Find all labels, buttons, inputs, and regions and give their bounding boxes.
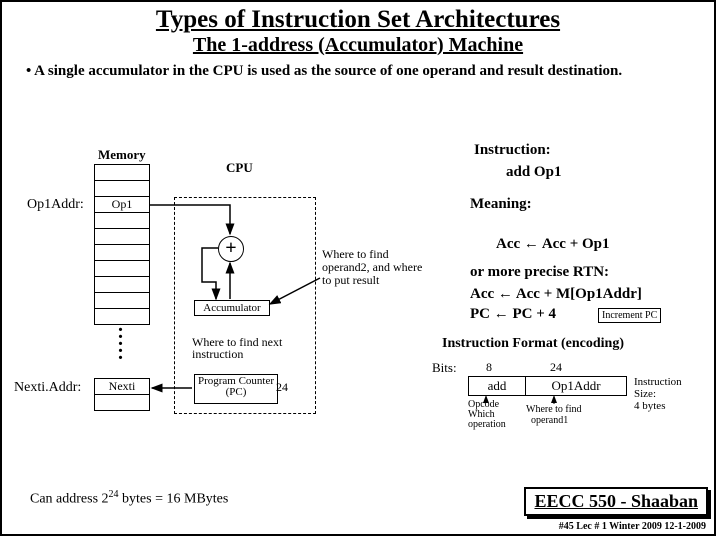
mem-cell xyxy=(94,244,150,261)
acc-equation: Acc ← Acc + Op1 xyxy=(496,236,610,253)
format-header: Instruction Format (encoding) xyxy=(442,336,624,352)
opcode-note: Opcode Which operation xyxy=(468,400,506,430)
nextiaddr-label: Nexti.Addr: xyxy=(14,380,81,396)
memory-label: Memory xyxy=(98,147,146,163)
bullet-text: • A single accumulator in the CPU is use… xyxy=(26,63,690,80)
mem-cell xyxy=(94,228,150,245)
slide-meta: #45 Lec # 1 Winter 2009 12-1-2009 xyxy=(559,521,706,532)
mem-cell xyxy=(94,276,150,293)
cpu-label: CPU xyxy=(226,160,253,176)
mem-cell-op1: Op1 xyxy=(94,196,150,213)
meaning-header: Meaning: xyxy=(470,196,532,213)
where-next-label: Where to find next instruction xyxy=(192,336,292,360)
mem-cell xyxy=(94,180,150,197)
fmt-operand-cell: Op1Addr xyxy=(526,377,627,396)
address-space-note: Can address 224 bytes = 16 MBytes xyxy=(30,489,228,508)
slide-subtitle: The 1-address (Accumulator) Machine xyxy=(2,34,714,57)
instruction-text: add Op1 xyxy=(506,164,561,181)
operand1-note: Where to find operand1 xyxy=(526,404,582,426)
bits-label: Bits: xyxy=(432,360,457,376)
where-op2-label: Where to find operand2, and where to put… xyxy=(322,248,432,287)
instruction-header: Instruction: xyxy=(474,142,551,159)
mem-cell xyxy=(94,164,150,181)
op1addr-label: Op1Addr: xyxy=(27,197,84,213)
rtn-line1: Acc ← Acc + M[Op1Addr] xyxy=(470,286,642,303)
precise-label: or more precise RTN: xyxy=(470,264,609,281)
accumulator-box: Accumulator xyxy=(194,300,270,316)
mem-cell xyxy=(94,212,150,229)
memory-dots-icon: ..... xyxy=(118,322,123,357)
bits-8: 8 xyxy=(486,360,492,375)
course-footer: EECC 550 - Shaaban xyxy=(524,487,708,516)
mem-cell xyxy=(94,260,150,277)
slide-title: Types of Instruction Set Architectures xyxy=(2,6,714,34)
instruction-format-table: add Op1Addr xyxy=(468,376,627,396)
mem-cell-nexti: Nexti xyxy=(94,378,150,395)
instr-size-note: Instruction Size: 4 bytes xyxy=(634,376,682,412)
mem-cell xyxy=(94,394,150,411)
bits-24: 24 xyxy=(550,360,562,375)
memory-column: Op1 Nexti xyxy=(94,164,150,410)
mem-cell xyxy=(94,292,150,309)
pc-label: Program Counter (PC) xyxy=(198,375,274,398)
rtn-line2: PC ← PC + 4 xyxy=(470,306,556,323)
pc-width: 24 xyxy=(276,380,288,395)
pc-box: Program Counter (PC) xyxy=(194,374,278,404)
increment-pc-box: Increment PC xyxy=(598,308,661,323)
fmt-opcode-cell: add xyxy=(469,377,526,396)
adder-icon: + xyxy=(218,236,244,262)
